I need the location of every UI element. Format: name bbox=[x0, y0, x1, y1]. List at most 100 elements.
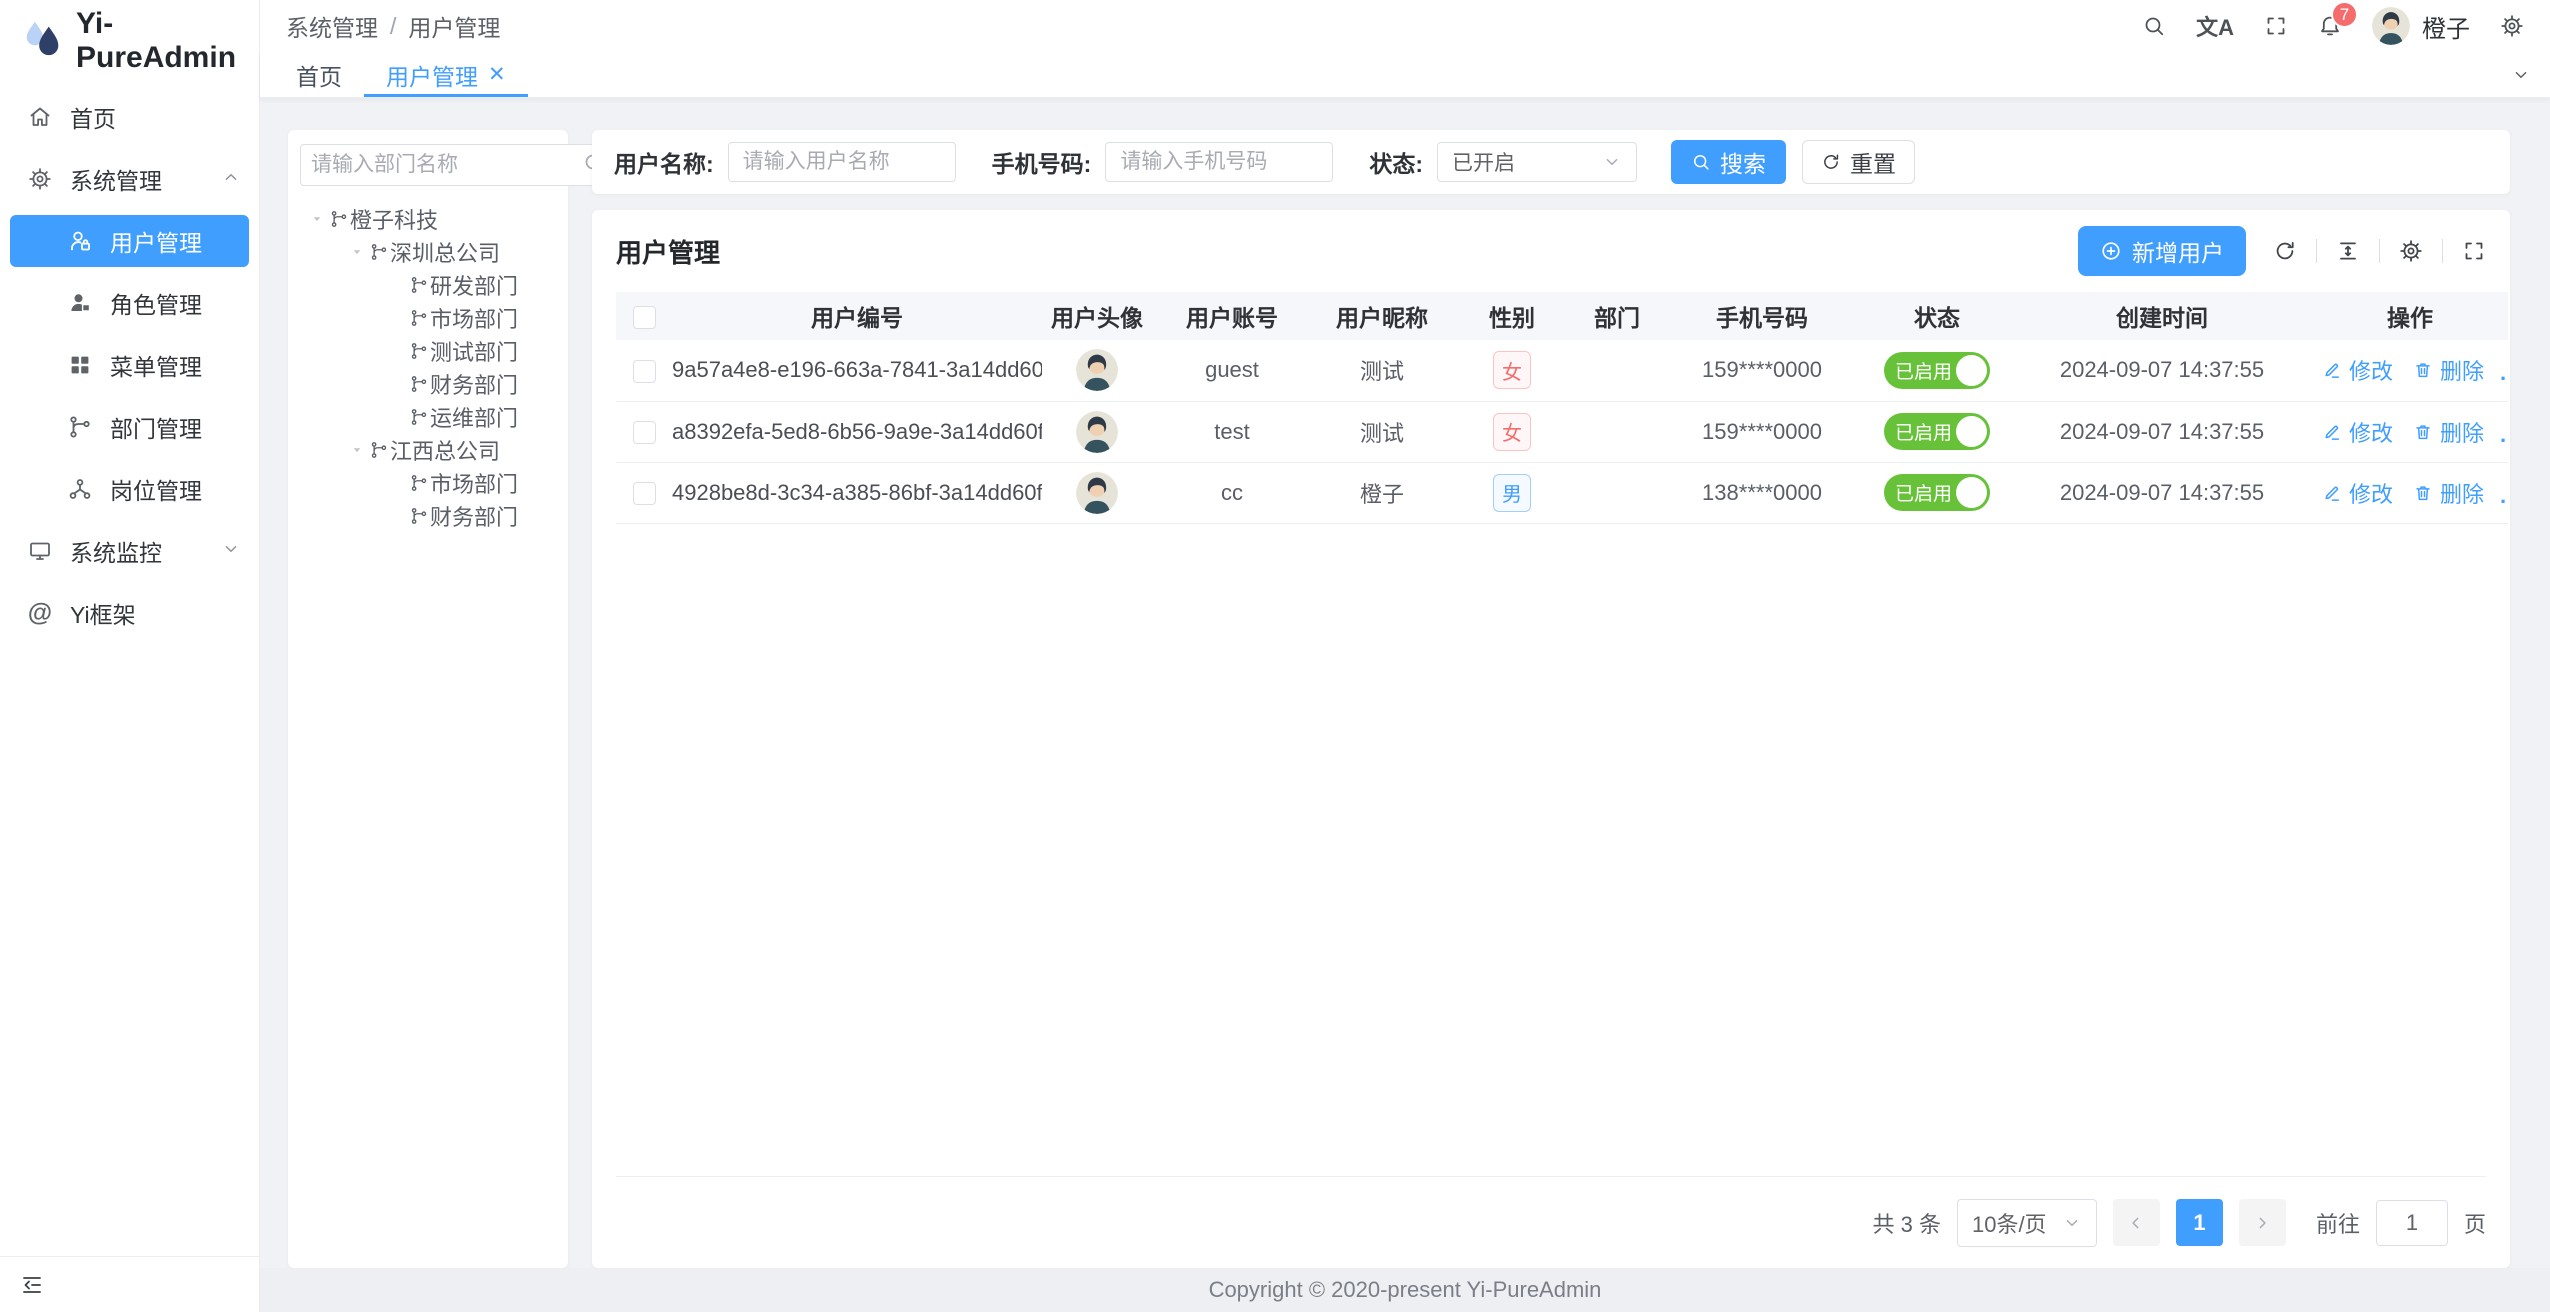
next-page-button[interactable] bbox=[2239, 1199, 2286, 1246]
breadcrumb-item[interactable]: 系统管理 bbox=[286, 9, 378, 43]
phone-filter-input[interactable] bbox=[1105, 142, 1333, 182]
collapse-sidebar-icon[interactable] bbox=[20, 1273, 44, 1297]
tree-node[interactable]: 测试部门 bbox=[300, 334, 558, 367]
status-toggle-label: 已启用 bbox=[1895, 357, 1952, 384]
tabs-dropdown-icon[interactable] bbox=[2492, 52, 2550, 97]
select-all-checkbox[interactable] bbox=[633, 306, 656, 329]
sidebar-item-role-management[interactable]: 角色管理 bbox=[0, 272, 259, 334]
top-header: 系统管理 / 用户管理 文A 7 橙子 bbox=[260, 0, 2550, 52]
plus-circle-icon bbox=[2100, 240, 2122, 262]
home-icon bbox=[26, 105, 54, 129]
user-id-cell: a8392efa-5ed8-6b56-9a9e-3a14dd60f4c8 bbox=[672, 401, 1042, 462]
status-cell: 已启用 bbox=[1862, 401, 2012, 462]
page-size-select[interactable]: 10条/页 bbox=[1957, 1199, 2097, 1247]
tree-node[interactable]: 运维部门 bbox=[300, 400, 558, 433]
row-select-cell bbox=[616, 340, 672, 401]
column-settings-icon[interactable] bbox=[2399, 239, 2423, 263]
refresh-table-icon[interactable] bbox=[2273, 239, 2297, 263]
breadcrumb-separator: / bbox=[390, 13, 396, 40]
edit-link[interactable]: 修改 bbox=[2322, 354, 2393, 386]
tree-expand-arrow[interactable] bbox=[304, 212, 330, 226]
search-button[interactable]: 搜索 bbox=[1671, 140, 1786, 184]
sidebar-item-yi-framework[interactable]: @Yi框架 bbox=[0, 582, 259, 644]
sidebar-item-label: 岗位管理 bbox=[110, 472, 241, 506]
app-title: Yi-PureAdmin bbox=[76, 7, 259, 75]
phone-cell: 159****0000 bbox=[1662, 401, 1862, 462]
tree-node[interactable]: 财务部门 bbox=[300, 367, 558, 400]
more-actions-button[interactable]: ... bbox=[2500, 360, 2508, 385]
status-toggle[interactable]: 已启用 bbox=[1884, 474, 1990, 511]
close-icon[interactable]: ✕ bbox=[488, 62, 506, 87]
chevron-up-icon bbox=[221, 166, 241, 193]
tree-expand-arrow[interactable] bbox=[344, 245, 370, 259]
delete-link[interactable]: 删除 bbox=[2413, 416, 2484, 448]
username-filter-input[interactable] bbox=[728, 142, 956, 182]
settings-gear-icon[interactable] bbox=[2500, 14, 2524, 38]
tree-node[interactable]: 江西总公司 bbox=[300, 433, 558, 466]
row-checkbox[interactable] bbox=[633, 360, 656, 383]
delete-link[interactable]: 删除 bbox=[2413, 354, 2484, 386]
toolbar-divider bbox=[2442, 239, 2443, 263]
row-checkbox[interactable] bbox=[633, 482, 656, 505]
row-checkbox[interactable] bbox=[633, 421, 656, 444]
sidebar-item-system-monitor[interactable]: 系统监控 bbox=[0, 520, 259, 582]
status-filter-select[interactable]: 已开启 bbox=[1437, 142, 1637, 182]
phone-cell: 159****0000 bbox=[1662, 340, 1862, 401]
goto-page-input[interactable] bbox=[2376, 1200, 2448, 1246]
user-account-cell: cc bbox=[1152, 462, 1312, 523]
tree-node[interactable]: 橙子科技 bbox=[300, 202, 558, 235]
sidebar-item-position-management[interactable]: 岗位管理 bbox=[0, 458, 259, 520]
department-search-input[interactable] bbox=[311, 153, 582, 177]
delete-link-label: 删除 bbox=[2440, 416, 2484, 448]
user-id-cell: 9a57a4e8-e196-663a-7841-3a14dd60f4ca bbox=[672, 340, 1042, 401]
row-density-icon[interactable] bbox=[2336, 239, 2360, 263]
more-actions-button[interactable]: ... bbox=[2500, 422, 2508, 447]
tree-node[interactable]: 深圳总公司 bbox=[300, 235, 558, 268]
add-user-button[interactable]: 新增用户 bbox=[2078, 226, 2246, 276]
edit-link[interactable]: 修改 bbox=[2322, 477, 2393, 509]
notification-bell-icon[interactable]: 7 bbox=[2318, 14, 2342, 38]
tree-node[interactable]: 财务部门 bbox=[300, 499, 558, 532]
dept-tree-icon bbox=[330, 210, 348, 228]
sidebar-item-label: Yi框架 bbox=[70, 596, 241, 630]
user-menu[interactable]: 橙子 bbox=[2372, 7, 2470, 45]
current-page-button[interactable]: 1 bbox=[2176, 1199, 2223, 1246]
sidebar-item-dept-management[interactable]: 部门管理 bbox=[0, 396, 259, 458]
app-root: Yi-PureAdmin 首页系统管理用户管理角色管理菜单管理部门管理岗位管理系… bbox=[0, 0, 2550, 1312]
pen-icon bbox=[2322, 422, 2342, 442]
delete-link[interactable]: 删除 bbox=[2413, 477, 2484, 509]
status-toggle[interactable]: 已启用 bbox=[1884, 413, 1990, 450]
toggle-knob bbox=[1956, 355, 1987, 386]
tab-user-management[interactable]: 用户管理✕ bbox=[364, 52, 528, 97]
actions-cell: 修改删除... bbox=[2312, 462, 2508, 523]
reset-button[interactable]: 重置 bbox=[1802, 140, 1915, 184]
tree-node[interactable]: 研发部门 bbox=[300, 268, 558, 301]
table-fullscreen-icon[interactable] bbox=[2462, 239, 2486, 263]
tree-node[interactable]: 市场部门 bbox=[300, 301, 558, 334]
fullscreen-icon[interactable] bbox=[2264, 14, 2288, 38]
translate-icon[interactable]: 文A bbox=[2196, 10, 2234, 42]
department-tree: 橙子科技深圳总公司研发部门市场部门测试部门财务部门运维部门江西总公司市场部门财务… bbox=[300, 202, 558, 532]
pen-icon bbox=[2322, 360, 2342, 380]
search-icon[interactable] bbox=[2142, 14, 2166, 38]
department-cell bbox=[1572, 340, 1662, 401]
dept-tree-icon bbox=[410, 474, 428, 492]
prev-page-button[interactable] bbox=[2113, 1199, 2160, 1246]
sidebar-item-system-management[interactable]: 系统管理 bbox=[0, 148, 259, 210]
sidebar-item-user-management[interactable]: 用户管理 bbox=[10, 215, 249, 267]
sidebar-item-home[interactable]: 首页 bbox=[0, 86, 259, 148]
logo-row[interactable]: Yi-PureAdmin bbox=[0, 0, 259, 82]
status-toggle[interactable]: 已启用 bbox=[1884, 352, 1990, 389]
tab-label: 首页 bbox=[296, 58, 342, 92]
tree-expand-arrow[interactable] bbox=[344, 443, 370, 457]
edit-link[interactable]: 修改 bbox=[2322, 416, 2393, 448]
column-header: 创建时间 bbox=[2012, 292, 2312, 340]
sidebar-item-label: 首页 bbox=[70, 100, 241, 134]
notification-badge: 7 bbox=[2331, 1, 2358, 28]
delete-link-label: 删除 bbox=[2440, 354, 2484, 386]
more-actions-button[interactable]: ... bbox=[2500, 483, 2508, 508]
tab-home[interactable]: 首页 bbox=[274, 52, 364, 97]
tree-node[interactable]: 市场部门 bbox=[300, 466, 558, 499]
user-nickname-cell: 测试 bbox=[1312, 340, 1452, 401]
sidebar-item-menu-management[interactable]: 菜单管理 bbox=[0, 334, 259, 396]
